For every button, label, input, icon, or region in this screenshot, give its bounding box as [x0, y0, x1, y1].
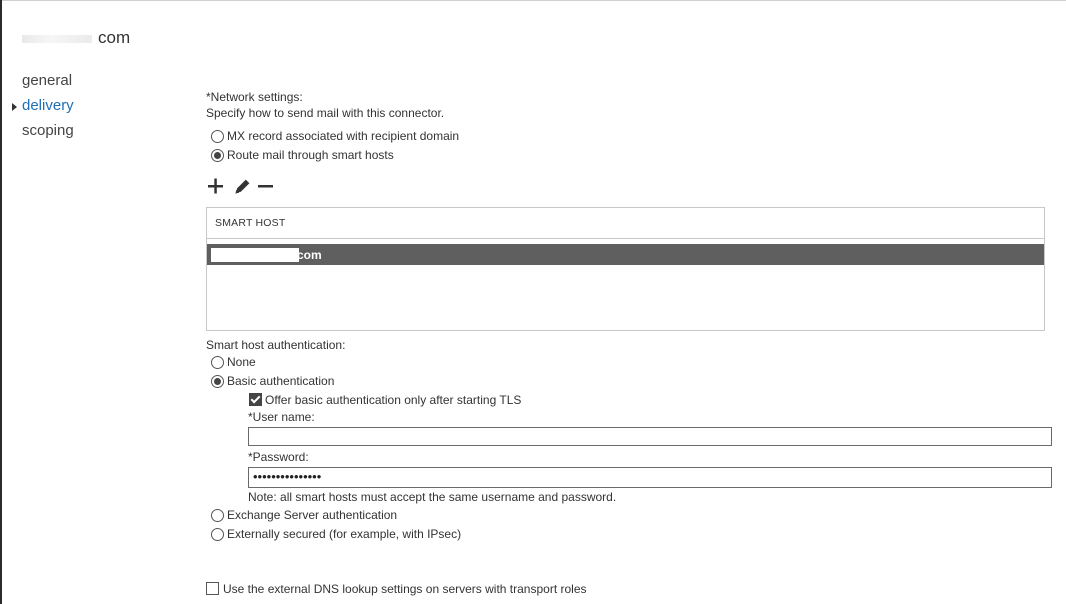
smart-host-column-header[interactable]: SMART HOST: [207, 208, 1044, 239]
password-label: *Password:: [248, 450, 309, 464]
caret-right-icon: [12, 103, 17, 111]
nav-item-delivery[interactable]: delivery: [10, 97, 74, 122]
page-title-text: com: [98, 28, 131, 47]
radio-label: Externally secured (for example, with IP…: [227, 527, 462, 541]
nav-item-scoping[interactable]: scoping: [10, 122, 74, 147]
radio-label: Basic authentication: [227, 374, 335, 388]
radio-label: Exchange Server authentication: [227, 508, 398, 522]
radio-label: MX record associated with recipient doma…: [227, 129, 460, 143]
page-title: com: [22, 28, 130, 52]
radio-button[interactable]: [211, 149, 224, 162]
radio-button[interactable]: [211, 130, 224, 143]
username-input[interactable]: [248, 427, 1052, 446]
nav-item-label: scoping: [22, 122, 74, 139]
redacted-domain: [22, 34, 92, 43]
dns-checkbox[interactable]: [206, 582, 219, 595]
network-settings-hint: Specify how to send mail with this conne…: [206, 106, 445, 120]
checkbox-label: Use the external DNS lookup settings on …: [223, 582, 587, 596]
smart-host-value: com: [297, 248, 322, 262]
password-mask: •••••••••••••••: [253, 469, 322, 484]
radio-button[interactable]: [211, 356, 224, 369]
radio-button[interactable]: [211, 528, 224, 541]
checkbox-label: Offer basic authentication only after st…: [265, 393, 522, 407]
table-row[interactable]: com: [207, 244, 1044, 265]
nav-item-label: general: [22, 72, 73, 89]
add-icon: [208, 178, 223, 194]
left-nav: general delivery scoping: [10, 72, 74, 147]
auth-note: Note: all smart hosts must accept the sa…: [248, 490, 617, 504]
add-button[interactable]: [207, 176, 225, 196]
remove-icon: [258, 185, 273, 188]
nav-item-label: delivery: [22, 97, 74, 114]
window-top-border: [0, 0, 1066, 1]
radio-button[interactable]: [211, 509, 224, 522]
edit-button[interactable]: [233, 176, 251, 196]
radio-label: None: [227, 355, 256, 369]
password-input[interactable]: •••••••••••••••: [248, 467, 1052, 488]
username-label: *User name:: [248, 410, 315, 424]
redacted-hostname: [211, 248, 299, 262]
smart-host-table: SMART HOST com: [206, 207, 1045, 331]
window-left-border: [0, 0, 2, 604]
nav-item-general[interactable]: general: [10, 72, 74, 97]
tls-checkbox[interactable]: [249, 393, 262, 406]
column-header-text: SMART HOST: [215, 217, 286, 229]
radio-label: Route mail through smart hosts: [227, 148, 394, 162]
remove-button[interactable]: [257, 176, 275, 196]
radio-button[interactable]: [211, 375, 224, 388]
smart-host-auth-label: Smart host authentication:: [206, 338, 346, 352]
edit-icon: [235, 179, 250, 194]
network-settings-label: *Network settings:: [206, 90, 303, 104]
